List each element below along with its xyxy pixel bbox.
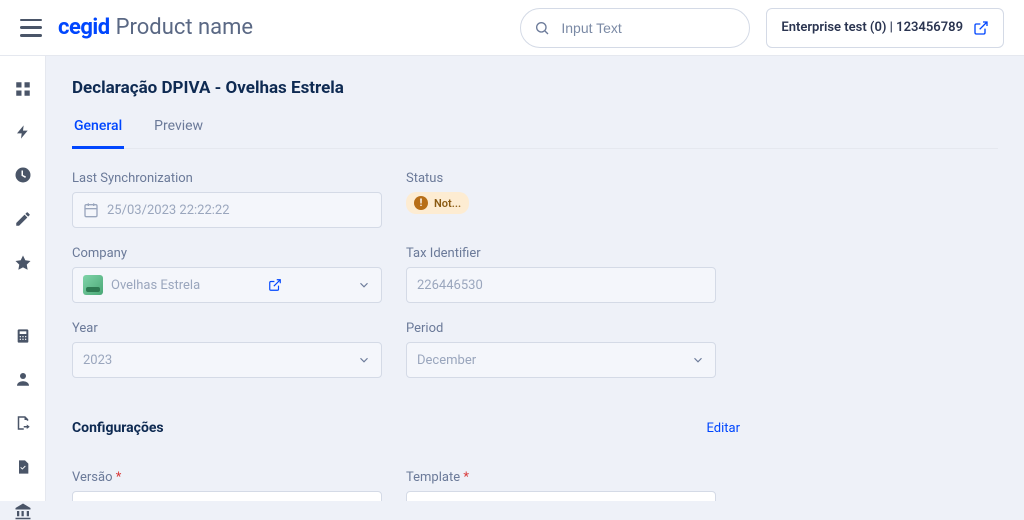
enterprise-selector[interactable]: Enterprise test (0) | 123456789 (766, 8, 1004, 48)
nav-clock-icon[interactable] (13, 166, 33, 184)
brand-logo: cegid (58, 15, 110, 40)
nav-dashboard-icon[interactable] (13, 80, 33, 98)
page-title: Declaração DPIVA - Ovelhas Estrela (72, 78, 998, 98)
brand-product: Product name (116, 15, 253, 40)
version-label: Versão (72, 470, 382, 485)
year-label: Year (72, 321, 382, 336)
year-select[interactable]: 2023 (72, 342, 382, 378)
main-content: Declaração DPIVA - Ovelhas Estrela Gener… (46, 56, 1024, 501)
status-dot-icon: ! (414, 196, 428, 210)
period-value: December (417, 353, 476, 368)
config-title: Configurações (72, 420, 164, 436)
menu-toggle[interactable] (20, 19, 42, 37)
edit-link[interactable]: Editar (707, 421, 741, 436)
field-period: Period December (406, 321, 716, 378)
nav-star-icon[interactable] (13, 254, 33, 272)
field-company: Company Ovelhas Estrela (72, 246, 382, 303)
company-logo-icon (83, 275, 103, 295)
calendar-icon (83, 202, 99, 218)
nav-user-icon[interactable] (13, 370, 33, 388)
chevron-down-icon (357, 278, 371, 292)
field-version: Versão VPIVA (vingente a partir 2023/06/… (72, 470, 382, 501)
field-template: Template Template - Modelo 3 (default) (406, 470, 716, 501)
template-select[interactable]: Template - Modelo 3 (default) (406, 491, 716, 501)
chevron-down-icon (691, 353, 705, 367)
nav-bank-icon[interactable] (13, 502, 33, 520)
search-input[interactable] (520, 8, 750, 48)
field-last-sync: Last Synchronization 25/03/2023 22:22:22 (72, 171, 382, 228)
nav-calc-icon[interactable] (13, 328, 33, 344)
period-label: Period (406, 321, 716, 336)
external-link-icon[interactable] (268, 278, 282, 292)
tax-id-value: 226446530 (417, 278, 483, 293)
version-select[interactable]: VPIVA (vingente a partir 2023/06/06) (72, 491, 382, 501)
nav-bolt-icon[interactable] (13, 124, 33, 140)
nav-doc-icon[interactable] (13, 458, 33, 476)
last-sync-input: 25/03/2023 22:22:22 (72, 192, 382, 228)
tax-id-label: Tax Identifier (406, 246, 716, 261)
chevron-down-icon (357, 353, 371, 367)
field-year: Year 2023 (72, 321, 382, 378)
company-value: Ovelhas Estrela (111, 278, 200, 293)
external-link-icon (973, 20, 989, 36)
year-value: 2023 (83, 353, 112, 368)
side-nav (0, 56, 46, 501)
nav-export-icon[interactable] (13, 414, 33, 432)
last-sync-label: Last Synchronization (72, 171, 382, 186)
last-sync-value: 25/03/2023 22:22:22 (107, 203, 230, 218)
search-container (520, 8, 750, 48)
template-label: Template (406, 470, 716, 485)
tab-general[interactable]: General (72, 112, 124, 149)
brand: cegid Product name (58, 15, 253, 40)
search-icon (534, 20, 550, 36)
field-tax-id: Tax Identifier 226446530 (406, 246, 716, 303)
enterprise-label: Enterprise test (0) | 123456789 (781, 20, 963, 35)
company-select[interactable]: Ovelhas Estrela (72, 267, 382, 303)
status-value: Not... (434, 197, 461, 210)
company-label: Company (72, 246, 382, 261)
status-badge: ! Not... (406, 192, 469, 214)
status-label: Status (406, 171, 716, 186)
period-select[interactable]: December (406, 342, 716, 378)
tax-id-input: 226446530 (406, 267, 716, 303)
tabs: General Preview (72, 112, 998, 149)
tab-preview[interactable]: Preview (152, 112, 205, 149)
nav-edit-icon[interactable] (13, 210, 33, 228)
field-status: Status ! Not... (406, 171, 716, 228)
topbar: cegid Product name Enterprise test (0) |… (0, 0, 1024, 56)
